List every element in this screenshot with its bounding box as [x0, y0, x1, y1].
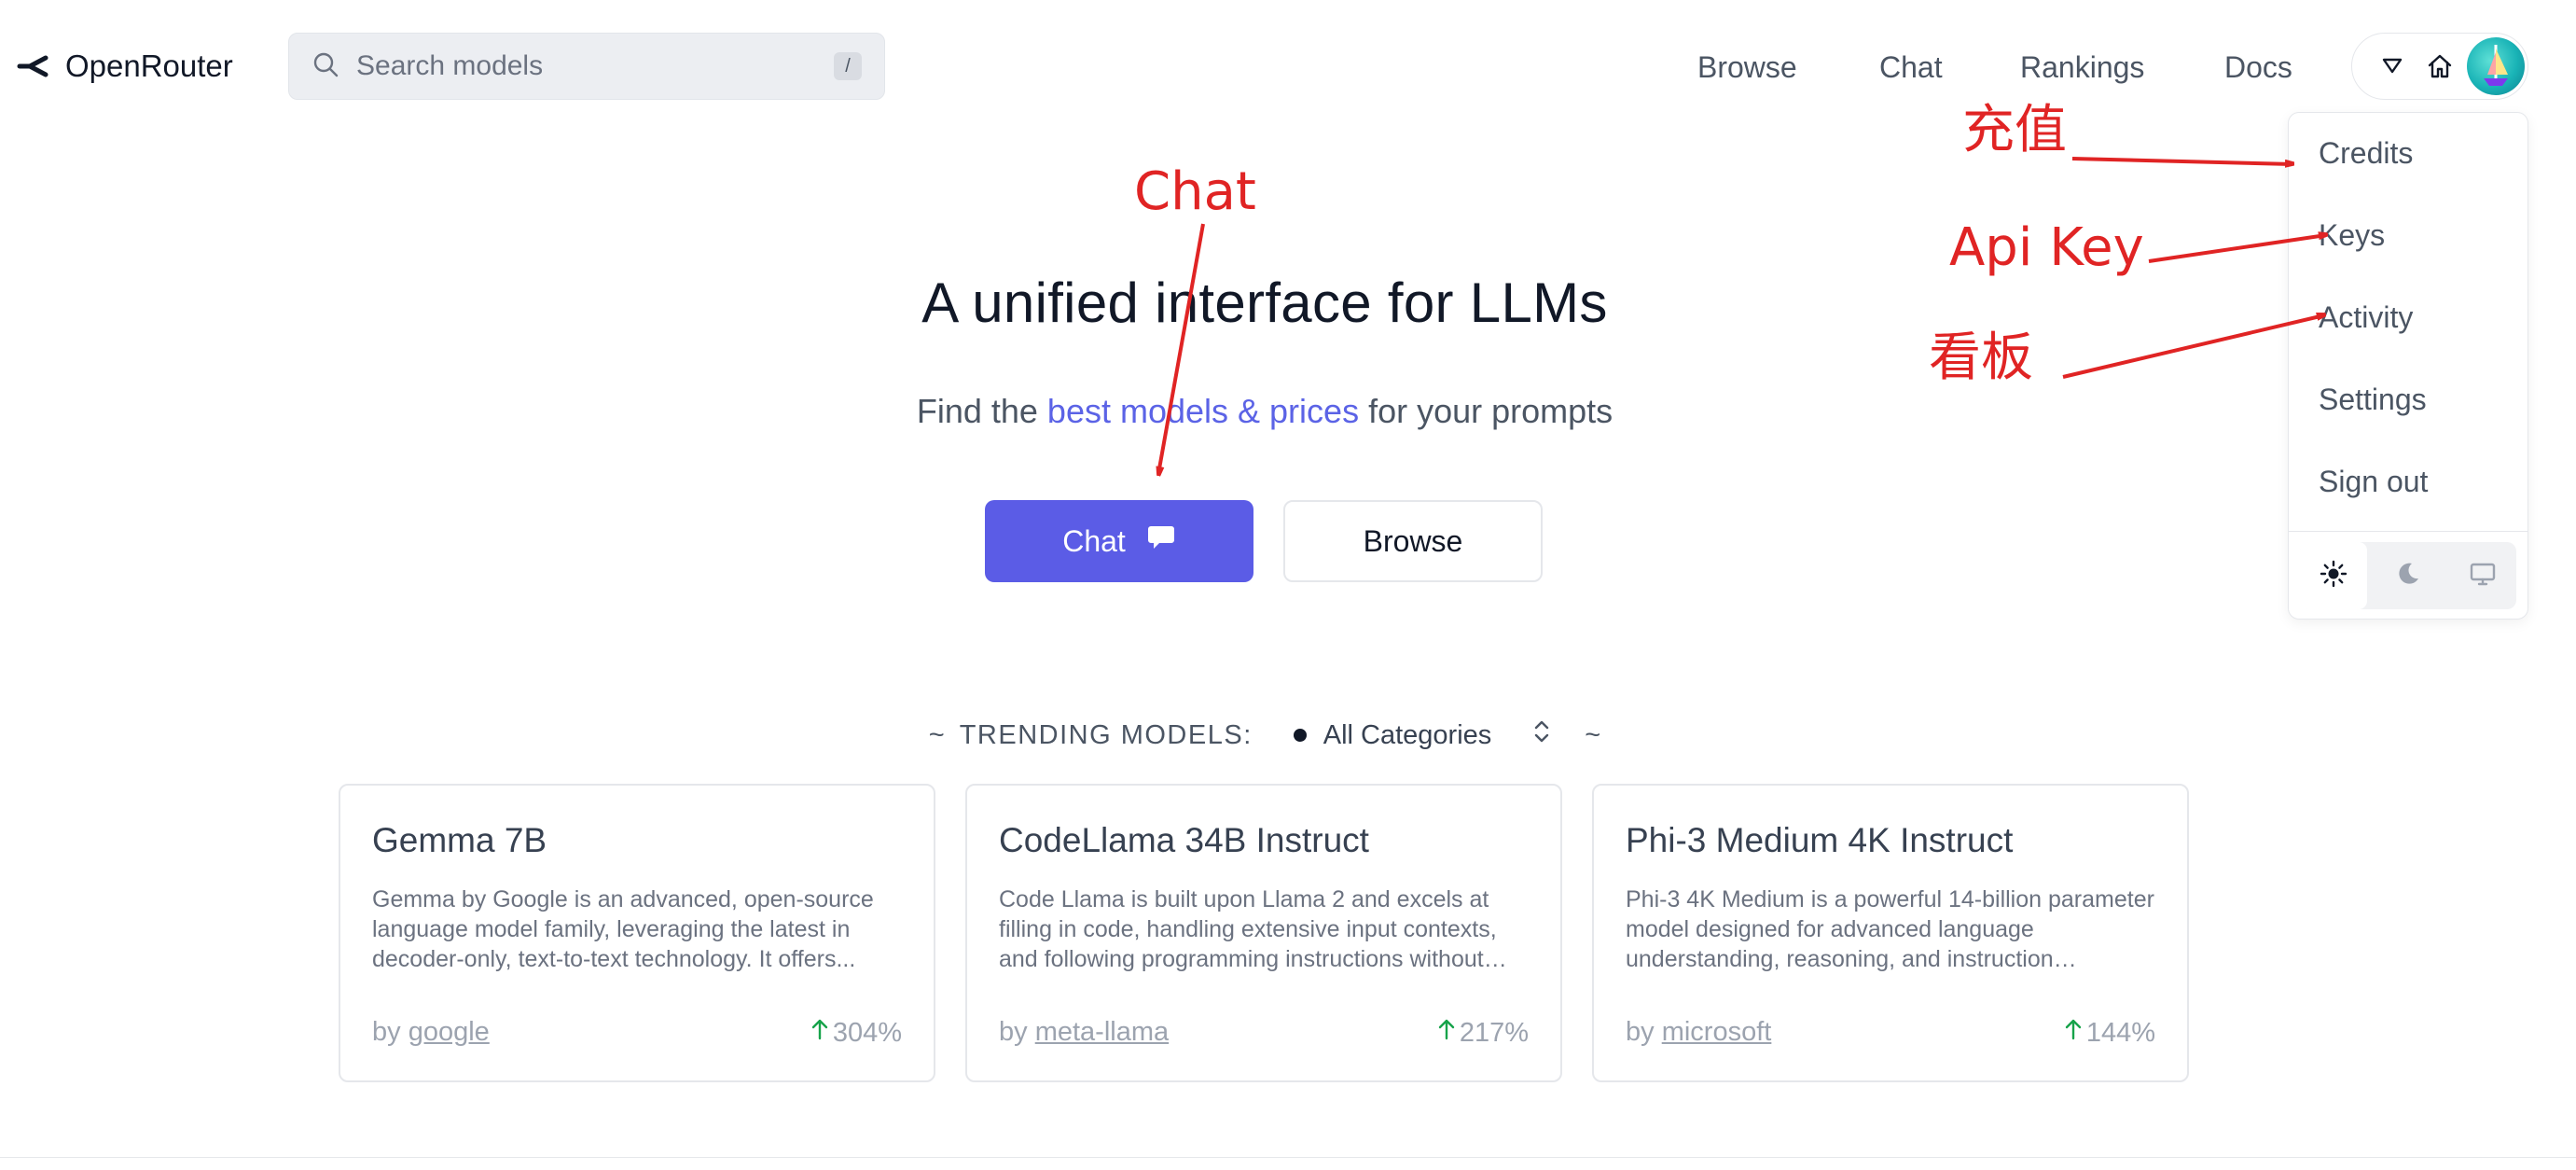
chevron-up-down-icon[interactable] [1532, 717, 1551, 753]
hero-title: A unified interface for LLMs [921, 272, 1608, 334]
hero-subtitle: Find the best models & prices for your p… [0, 392, 2529, 431]
trend-change: 144% [2064, 1017, 2155, 1049]
nav-rankings[interactable]: Rankings [2020, 45, 2144, 90]
annotation-chat: Chat [1134, 161, 1256, 222]
openrouter-logo-icon [17, 54, 48, 78]
theme-system-button[interactable] [2449, 542, 2516, 609]
menu-divider [2289, 531, 2528, 532]
theme-light-button[interactable] [2300, 542, 2367, 609]
by-label: by [372, 1017, 401, 1047]
nav-docs[interactable]: Docs [2224, 45, 2292, 90]
model-card-title: Phi-3 Medium 4K Instruct [1626, 821, 2014, 859]
annotation-api-key: Api Key [1949, 217, 2144, 278]
search-input[interactable] [354, 49, 834, 83]
author-link-microsoft[interactable]: microsoft [1662, 1017, 1772, 1047]
nav-browse[interactable]: Browse [1697, 45, 1797, 90]
author-link-google[interactable]: google [409, 1017, 490, 1047]
trend-change: 304% [810, 1017, 902, 1049]
trend-percent: 217% [1459, 1017, 1529, 1048]
arrow-to-chat-button [1158, 223, 1205, 474]
best-models-link[interactable]: best models & prices [1047, 392, 1359, 430]
model-card-title: CodeLlama 34B Instruct [999, 821, 1369, 859]
hero-subtitle-suffix: for your prompts [1359, 392, 1613, 430]
sun-icon [2320, 560, 2347, 592]
category-select[interactable]: All Categories [1323, 720, 1492, 751]
trend-change: 217% [1437, 1017, 1529, 1049]
arrow-up-icon [1437, 1017, 1456, 1049]
model-card-description: Code Llama is built upon Llama 2 and exc… [999, 886, 1497, 972]
dropdown-triangle-icon[interactable] [2382, 58, 2403, 79]
home-icon[interactable] [2426, 52, 2454, 85]
theme-switcher [2300, 542, 2516, 609]
trend-percent: 144% [2085, 1017, 2155, 1048]
category-dot-icon [1293, 729, 1307, 742]
user-dropdown-menu: Credits Keys Activity Settings Sign out [2288, 112, 2528, 620]
theme-dark-button[interactable] [2375, 542, 2442, 609]
menu-item-sign-out[interactable]: Sign out [2319, 461, 2428, 502]
tilde-left: ~ [928, 719, 945, 750]
model-card-description: Phi-3 4K Medium is a powerful 14-billion… [1626, 886, 2154, 972]
footer-divider [0, 1157, 2576, 1158]
chat-bubble-icon [1146, 523, 1176, 559]
arrow-up-icon [2064, 1017, 2083, 1049]
menu-item-keys[interactable]: Keys [2319, 215, 2385, 256]
model-card-author: by microsoft [1626, 1017, 1771, 1048]
nav-chat[interactable]: Chat [1879, 45, 1943, 90]
model-card-gemma-7b[interactable]: Gemma 7B Gemma by Google is an advanced,… [339, 784, 935, 1082]
tilde-right: ~ [1585, 719, 1601, 750]
moon-icon [2394, 560, 2422, 592]
trending-label: TRENDING MODELS: [959, 719, 1253, 750]
search-icon [312, 50, 339, 83]
by-label: by [1626, 1017, 1655, 1047]
monitor-icon [2469, 560, 2497, 592]
model-card-phi-3-medium[interactable]: Phi-3 Medium 4K Instruct Phi-3 4K Medium… [1592, 784, 2189, 1082]
model-card-author: by google [372, 1017, 490, 1048]
trending-header: ~ TRENDING MODELS: All Categories ~ [0, 717, 2529, 754]
annotation-activity: 看板 [1929, 327, 2033, 388]
search-shortcut-badge: / [834, 52, 862, 80]
browse-button[interactable]: Browse [1283, 500, 1543, 582]
arrow-to-credits [2071, 157, 2292, 164]
model-card-title: Gemma 7B [372, 821, 547, 859]
chat-button-label: Chat [1062, 523, 1126, 558]
hero-subtitle-prefix: Find the [916, 392, 1047, 430]
by-label: by [999, 1017, 1028, 1047]
chat-button[interactable]: Chat [985, 500, 1253, 582]
trend-percent: 304% [832, 1017, 902, 1048]
annotation-credits: 充值 [1962, 100, 2067, 160]
search-box[interactable]: / [288, 33, 885, 100]
brand-logo[interactable]: OpenRouter [17, 43, 233, 90]
arrow-up-icon [810, 1017, 829, 1049]
model-card-codellama-34b[interactable]: CodeLlama 34B Instruct Code Llama is bui… [965, 784, 1562, 1082]
model-card-description: Gemma by Google is an advanced, open-sou… [372, 886, 874, 972]
brand-name: OpenRouter [65, 49, 233, 83]
author-link-meta-llama[interactable]: meta-llama [1035, 1017, 1169, 1047]
model-card-author: by meta-llama [999, 1017, 1169, 1048]
menu-item-credits[interactable]: Credits [2319, 132, 2413, 174]
user-menu-toggle[interactable] [2351, 33, 2528, 100]
avatar[interactable] [2467, 37, 2525, 95]
